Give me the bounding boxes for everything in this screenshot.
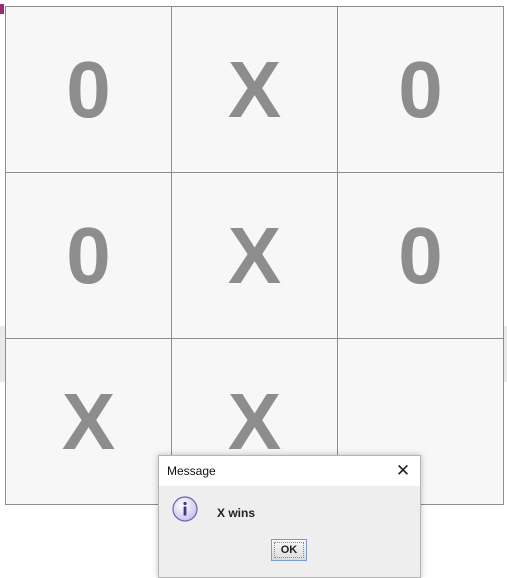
board-cell-2[interactable]: X (171, 6, 338, 173)
cell-mark: X (227, 210, 282, 300)
board-cell-5[interactable]: X (171, 172, 338, 339)
close-icon[interactable]: ✕ (392, 460, 414, 482)
cell-mark: X (227, 44, 282, 134)
cell-mark: 0 (398, 210, 443, 300)
cell-mark: X (227, 376, 282, 466)
dialog-message: X wins (217, 506, 256, 520)
board-cell-6[interactable]: 0 (337, 172, 504, 339)
info-icon (172, 496, 198, 522)
cell-mark: X (61, 376, 116, 466)
message-dialog: Message ✕ X wins OK (158, 455, 421, 578)
tic-tac-toe-board: 0 X 0 0 X 0 X X (5, 6, 504, 505)
board-cell-3[interactable]: 0 (337, 6, 504, 173)
board-cell-7[interactable]: X (5, 338, 172, 505)
board-cell-1[interactable]: 0 (5, 6, 172, 173)
ok-button-label: OK (274, 542, 304, 558)
dialog-titlebar[interactable]: Message ✕ (159, 456, 420, 486)
cell-mark: 0 (66, 210, 111, 300)
cell-mark: 0 (66, 44, 111, 134)
board-cell-4[interactable]: 0 (5, 172, 172, 339)
ok-button[interactable]: OK (271, 539, 307, 561)
cell-mark: 0 (398, 44, 443, 134)
dialog-title: Message (167, 464, 216, 478)
background-window-marker (0, 4, 4, 14)
